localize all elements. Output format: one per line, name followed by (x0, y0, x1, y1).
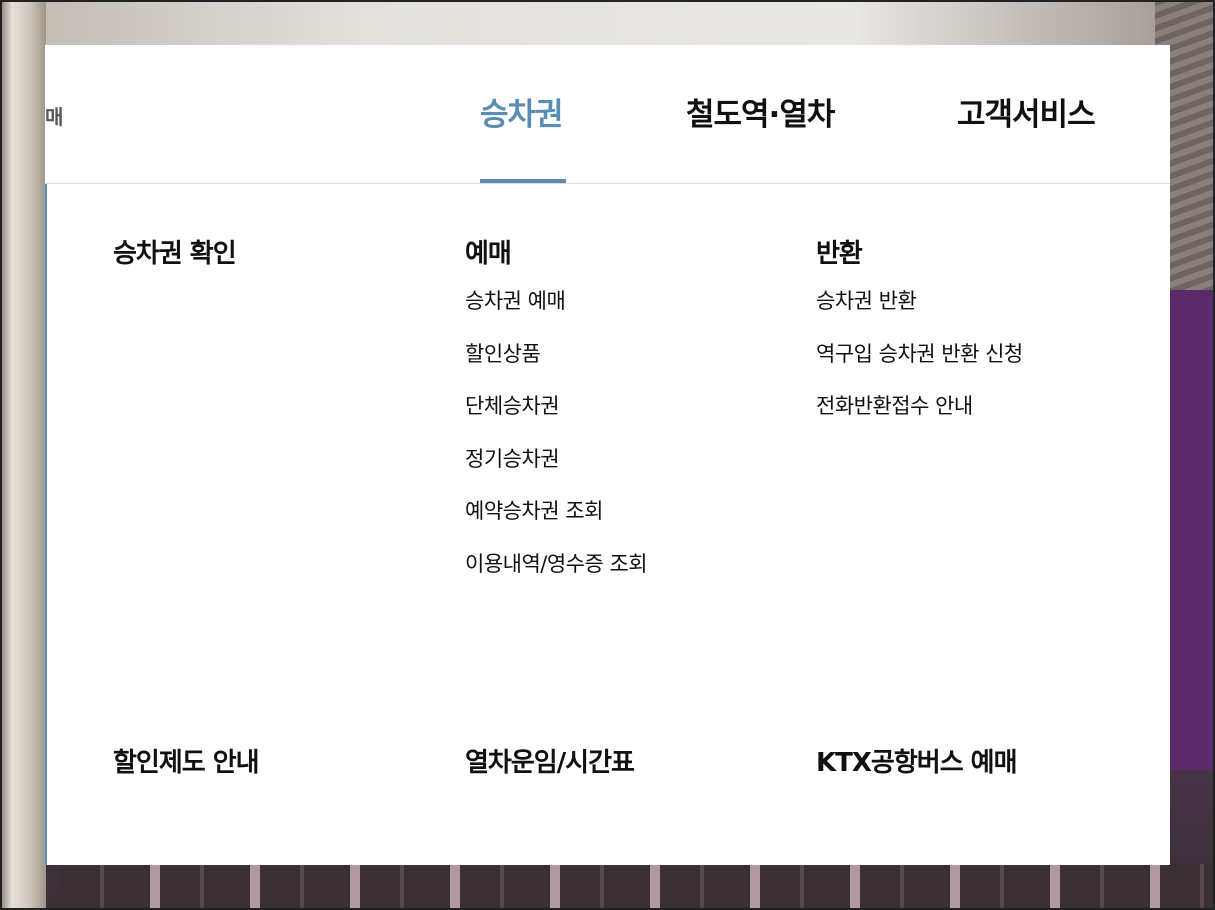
menu-column-ticket-check: 승차권 확인 (113, 233, 237, 288)
menu-list-refund: 승차권 반환 역구입 승차권 반환 신청 전화반환접수 안내 (816, 288, 1023, 446)
tab-customer-service[interactable]: 고객서비스 (957, 89, 1096, 134)
menu-heading-ktx-airport-bus[interactable]: KTX공항버스 예매 (816, 742, 1018, 779)
background-pillar (0, 0, 46, 910)
menu-item-station-refund-request[interactable]: 역구입 승차권 반환 신청 (816, 341, 1023, 394)
background-rail (60, 864, 1215, 910)
tab-stations-trains[interactable]: 철도역·열차 (686, 89, 835, 134)
nav-item-cut-off[interactable]: 매 (45, 101, 63, 130)
menu-column-refund: 반환 승차권 반환 역구입 승차권 반환 신청 전화반환접수 안내 (816, 233, 1023, 446)
menu-item-phone-refund-info[interactable]: 전화반환접수 안내 (816, 393, 1023, 446)
menu-heading-discount-info[interactable]: 할인제도 안내 (113, 742, 260, 779)
menu-heading-ticket-check[interactable]: 승차권 확인 (113, 233, 237, 270)
active-tab-underline (480, 179, 566, 183)
background-train (1170, 290, 1215, 770)
menu-column-reservation: 예매 승차권 예매 할인상품 단체승차권 정기승차권 예약승차권 조회 이용내역… (465, 233, 648, 604)
menu-heading-refund[interactable]: 반환 (816, 233, 1023, 270)
menu-item-ticket-reservation[interactable]: 승차권 예매 (465, 288, 647, 341)
menu-heading-reservation[interactable]: 예매 (465, 233, 647, 270)
menu-item-ticket-refund[interactable]: 승차권 반환 (816, 288, 1023, 341)
menu-item-usage-receipt-lookup[interactable]: 이용내역/영수증 조회 (465, 551, 648, 604)
menu-item-group-tickets[interactable]: 단체승차권 (465, 393, 647, 446)
mega-menu-panel: 매 승차권 철도역·열차 고객서비스 승차권 확인 예매 승차권 예매 할인상품… (45, 45, 1170, 865)
tab-tickets[interactable]: 승차권 (480, 89, 564, 134)
menu-list-reservation: 승차권 예매 할인상품 단체승차권 정기승차권 예약승차권 조회 이용내역/영수… (465, 288, 648, 604)
panel-left-border (45, 183, 47, 865)
menu-item-season-tickets[interactable]: 정기승차권 (465, 446, 647, 499)
menu-item-reservation-lookup[interactable]: 예약승차권 조회 (465, 498, 647, 551)
menu-item-discount-products[interactable]: 할인상품 (465, 341, 647, 394)
menu-heading-fare-timetable[interactable]: 열차운임/시간표 (465, 742, 635, 779)
background-top (0, 0, 1215, 45)
global-nav: 매 승차권 철도역·열차 고객서비스 (45, 45, 1170, 184)
